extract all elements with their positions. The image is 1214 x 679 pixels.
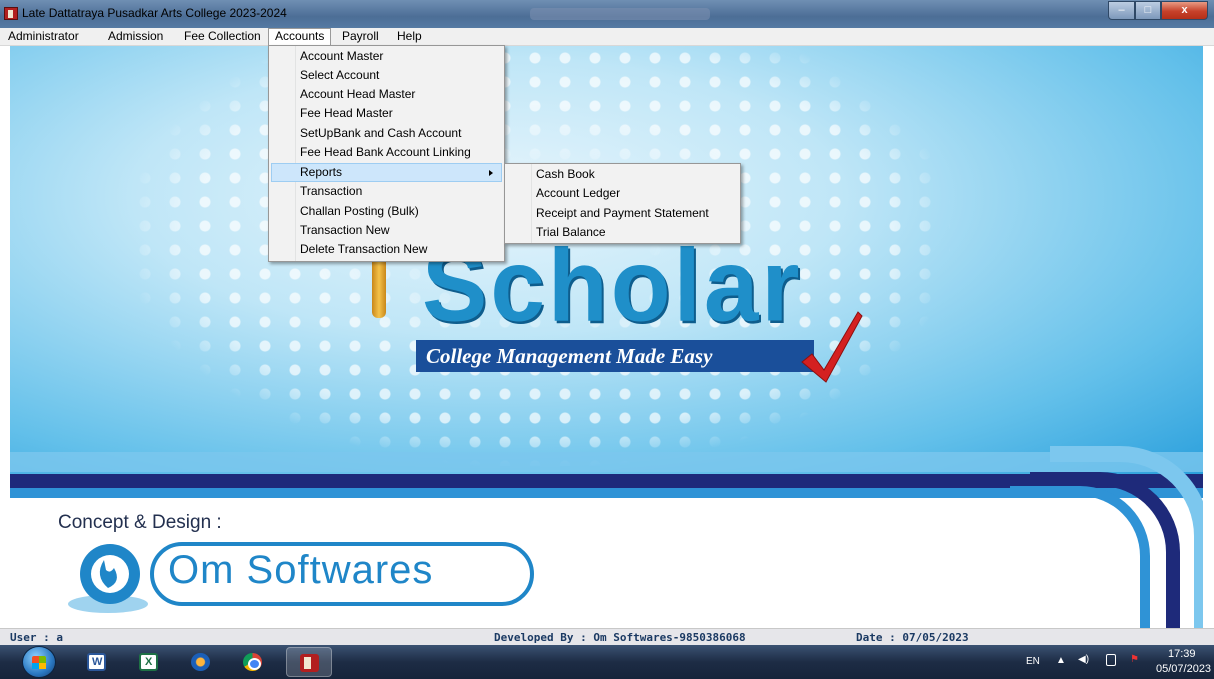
menu-item-setup-bank-cash[interactable]: SetUpBank and Cash Account	[271, 124, 502, 143]
scholar-app-icon	[300, 654, 319, 672]
blurred-title-region	[530, 8, 710, 20]
submenu-item-cash-book[interactable]: Cash Book	[507, 165, 738, 184]
media-player-icon	[191, 653, 210, 671]
taskbar-excel[interactable]	[132, 647, 164, 677]
close-button[interactable]: x	[1161, 1, 1208, 20]
submenu-item-account-ledger[interactable]: Account Ledger	[507, 184, 738, 203]
clock-date[interactable]: 05/07/2023	[1156, 663, 1211, 675]
light-blue-band	[10, 452, 1203, 472]
action-center-flag-icon[interactable]: ⚑	[1130, 654, 1139, 665]
status-user: User : a	[10, 631, 63, 644]
blue-arc	[1010, 486, 1150, 628]
taskbar-chrome[interactable]	[236, 647, 268, 677]
menu-item-reports[interactable]: Reports	[271, 163, 502, 182]
submenu-arrow-icon	[489, 170, 493, 176]
menu-item-transaction[interactable]: Transaction	[271, 182, 502, 201]
clock-time[interactable]: 17:39	[1168, 648, 1196, 660]
om-softwares-text: Om Softwares	[168, 548, 434, 592]
language-indicator[interactable]: EN	[1026, 656, 1040, 667]
windows-logo-icon	[32, 656, 46, 669]
menu-item-fee-head-master[interactable]: Fee Head Master	[271, 104, 502, 123]
menu-fee-collection[interactable]: Fee Collection	[178, 28, 267, 46]
window-title: Late Dattatraya Pusadkar Arts College 20…	[22, 6, 287, 20]
menu-item-transaction-new[interactable]: Transaction New	[271, 221, 502, 240]
menu-help[interactable]: Help	[391, 28, 428, 46]
taskbar-scholar-app[interactable]	[286, 647, 332, 677]
scholar-tagline: College Management Made Easy	[416, 340, 814, 372]
menu-item-account-head-master[interactable]: Account Head Master	[271, 85, 502, 104]
menu-item-delete-transaction-new[interactable]: Delete Transaction New	[271, 240, 502, 259]
window-controls: – □ x	[1108, 1, 1208, 20]
menu-payroll[interactable]: Payroll	[336, 28, 385, 46]
menu-item-reports-label: Reports	[300, 165, 343, 179]
menu-item-challan-posting[interactable]: Challan Posting (Bulk)	[271, 202, 502, 221]
menubar: Administrator Admission Fee Collection A…	[0, 28, 1214, 46]
submenu-item-trial-balance[interactable]: Trial Balance	[507, 223, 738, 242]
concept-design-label: Concept & Design :	[58, 512, 222, 533]
taskbar-media-player[interactable]	[184, 647, 216, 677]
menu-item-account-master[interactable]: Account Master	[271, 47, 502, 66]
start-button[interactable]	[22, 646, 56, 678]
menu-item-select-account[interactable]: Select Account	[271, 66, 502, 85]
excel-icon	[139, 653, 158, 671]
menu-administrator[interactable]: Administrator	[2, 28, 85, 46]
reports-submenu: Cash Book Account Ledger Receipt and Pay…	[504, 163, 741, 244]
volume-icon[interactable]: ◀)	[1078, 654, 1089, 665]
red-checkmark-icon	[801, 311, 863, 383]
menu-admission[interactable]: Admission	[102, 28, 169, 46]
chrome-icon	[243, 653, 262, 671]
menu-accounts[interactable]: Accounts	[268, 28, 332, 46]
taskbar: EN ▲ ◀) ⚑ 17:39 05/07/2023	[0, 645, 1214, 679]
network-icon[interactable]	[1106, 654, 1116, 666]
status-bar: User : a Developed By : Om Softwares-985…	[0, 628, 1214, 645]
splash-area: Scholar College Management Made Easy Con…	[10, 46, 1203, 628]
app-icon	[4, 7, 18, 20]
minimize-button[interactable]: –	[1108, 1, 1135, 20]
status-developer: Developed By : Om Softwares-9850386068	[494, 631, 746, 644]
menu-item-fee-head-bank-linking[interactable]: Fee Head Bank Account Linking	[271, 143, 502, 162]
submenu-item-receipt-payment[interactable]: Receipt and Payment Statement	[507, 204, 738, 223]
accounts-dropdown: Account Master Select Account Account He…	[268, 45, 505, 262]
taskbar-word[interactable]	[80, 647, 112, 677]
window-titlebar: Late Dattatraya Pusadkar Arts College 20…	[0, 0, 1214, 28]
word-icon	[87, 653, 106, 671]
system-tray: EN ▲ ◀) ⚑ 17:39 05/07/2023	[1006, 645, 1211, 679]
maximize-button[interactable]: □	[1135, 1, 1161, 20]
show-hidden-icons[interactable]: ▲	[1056, 655, 1066, 666]
status-date: Date : 07/05/2023	[856, 631, 969, 644]
